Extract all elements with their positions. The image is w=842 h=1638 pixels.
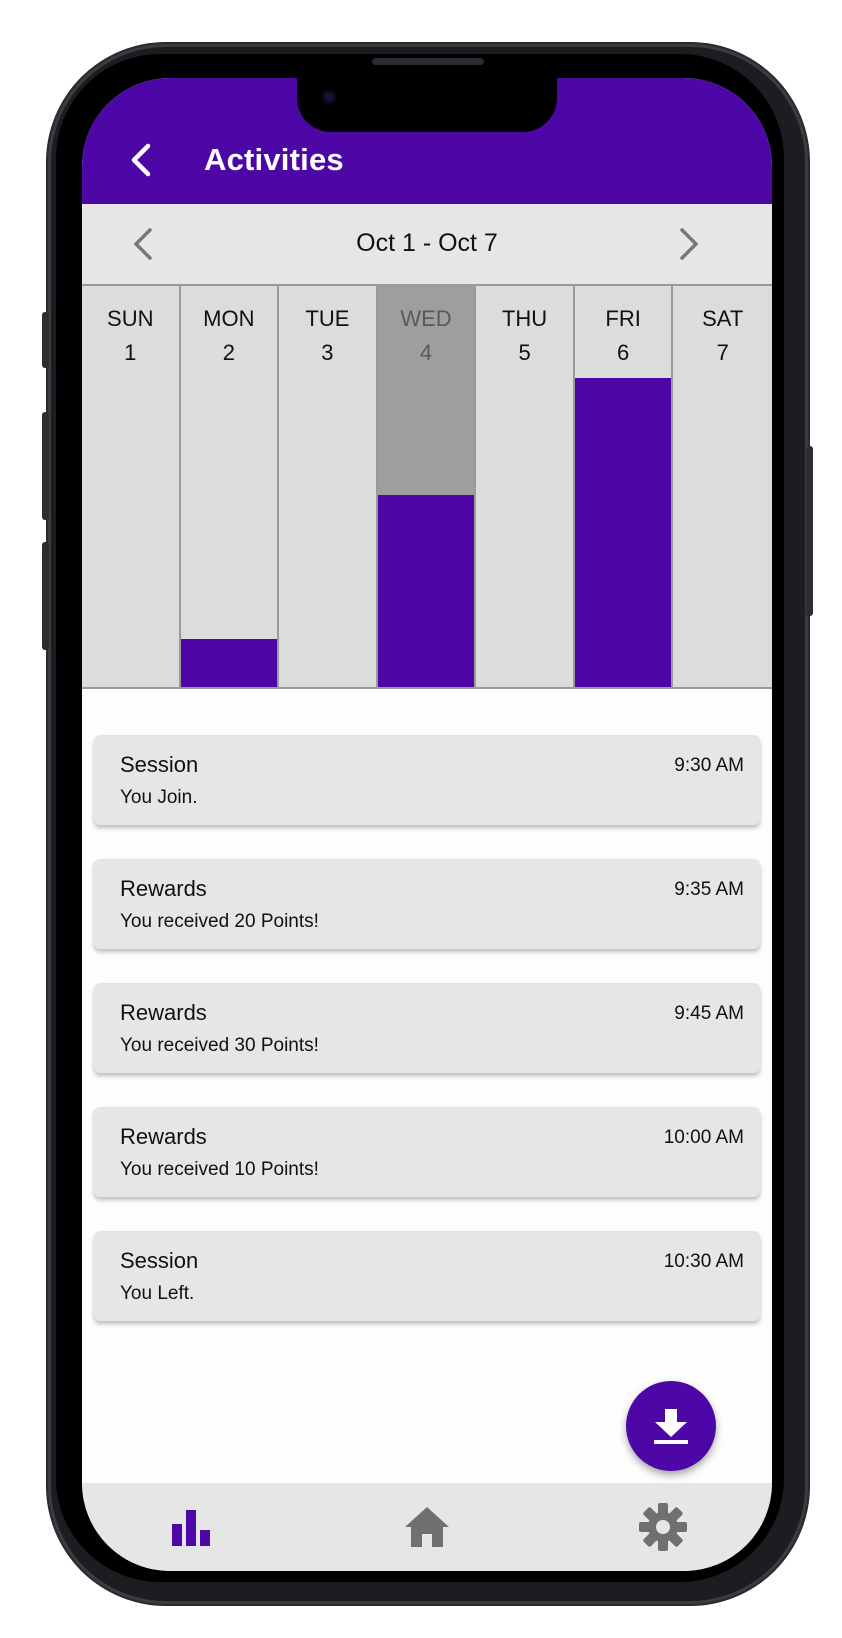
app-screen: Activities Oct 1 - Oct 7 SUN 1 MON 2 TUE 3 WED…	[82, 78, 772, 1571]
day-column-mon[interactable]: MON 2	[180, 286, 280, 687]
activity-description: You Join.	[120, 787, 198, 808]
settings-icon	[639, 1503, 687, 1551]
nav-item-activity[interactable]	[165, 1501, 217, 1553]
activity-description: You received 30 Points!	[120, 1035, 319, 1056]
day-number-label: 4	[419, 340, 433, 365]
mute-switch	[42, 312, 49, 368]
volume-down-button	[42, 542, 49, 650]
day-number-label: 1	[124, 340, 137, 365]
activity-card[interactable]: Session 9:30 AM You Join.	[94, 735, 760, 825]
day-column-tue[interactable]: TUE 3	[279, 286, 378, 687]
back-button[interactable]	[122, 138, 166, 182]
day-name-label: FRI	[605, 306, 641, 331]
day-name-label: WED	[400, 306, 452, 331]
nav-item-home[interactable]	[401, 1501, 453, 1553]
activity-title: Session	[120, 1248, 199, 1273]
volume-up-button	[42, 412, 49, 520]
activity-card[interactable]: Rewards 9:45 AM You received 30 Points!	[94, 983, 760, 1073]
activity-time: 9:35 AM	[674, 879, 744, 900]
day-number-label: 3	[321, 340, 334, 365]
day-number-label: 7	[716, 340, 729, 365]
notch	[297, 78, 557, 132]
activity-card[interactable]: Rewards 9:35 AM You received 20 Points!	[94, 859, 760, 949]
day-number-label: 5	[518, 340, 531, 365]
day-name-label: THU	[501, 306, 548, 331]
next-week-button[interactable]	[666, 222, 710, 266]
chevron-right-icon	[680, 228, 698, 260]
activity-title: Session	[120, 752, 199, 777]
activity-bar	[377, 495, 475, 687]
day-number-label: 2	[222, 340, 235, 365]
nav-item-settings[interactable]	[637, 1501, 689, 1553]
day-column-sun[interactable]: SUN 1	[82, 286, 181, 687]
activity-time: 9:30 AM	[674, 755, 744, 776]
activity-time: 10:00 AM	[663, 1127, 744, 1148]
bar-chart-icon	[172, 1510, 210, 1546]
activity-title: Rewards	[120, 1124, 207, 1149]
bottom-navigation	[82, 1483, 772, 1571]
activity-bar	[574, 378, 672, 687]
activity-title: Rewards	[120, 1000, 207, 1025]
activity-time: 10:30 AM	[663, 1251, 744, 1272]
day-name-label: SAT	[702, 306, 744, 331]
day-column-fri[interactable]: FRI 6	[574, 286, 674, 687]
day-name-label: TUE	[305, 306, 350, 331]
weekly-activity-chart: SUN 1 MON 2 TUE 3 WED 4 THU 5 FRI 6 SAT 7	[82, 284, 772, 689]
power-button	[806, 446, 813, 616]
activity-description: You Left.	[120, 1283, 195, 1304]
activity-time: 9:45 AM	[674, 1003, 744, 1024]
page-title: Activities	[204, 142, 344, 177]
activity-card[interactable]: Session 10:30 AM You Left.	[94, 1231, 760, 1321]
download-icon	[654, 1409, 688, 1444]
activity-description: You received 10 Points!	[120, 1159, 319, 1180]
activity-description: You received 20 Points!	[120, 911, 319, 932]
day-name-label: SUN	[107, 306, 154, 331]
home-icon	[405, 1507, 449, 1547]
chevron-left-icon	[131, 143, 151, 177]
activity-bar	[180, 639, 278, 687]
front-camera	[322, 90, 336, 104]
week-navigator: Oct 1 - Oct 7	[82, 204, 772, 284]
day-column-sat[interactable]: SAT 7	[673, 286, 772, 687]
day-number-label: 6	[617, 340, 630, 365]
day-name-label: MON	[203, 306, 255, 331]
download-button[interactable]	[626, 1381, 716, 1471]
earpiece-speaker	[372, 58, 484, 65]
activity-title: Rewards	[120, 876, 207, 901]
day-column-thu[interactable]: THU 5	[476, 286, 575, 687]
day-column-wed[interactable]: WED 4	[377, 286, 477, 687]
activity-card[interactable]: Rewards 10:00 AM You received 10 Points!	[94, 1107, 760, 1197]
